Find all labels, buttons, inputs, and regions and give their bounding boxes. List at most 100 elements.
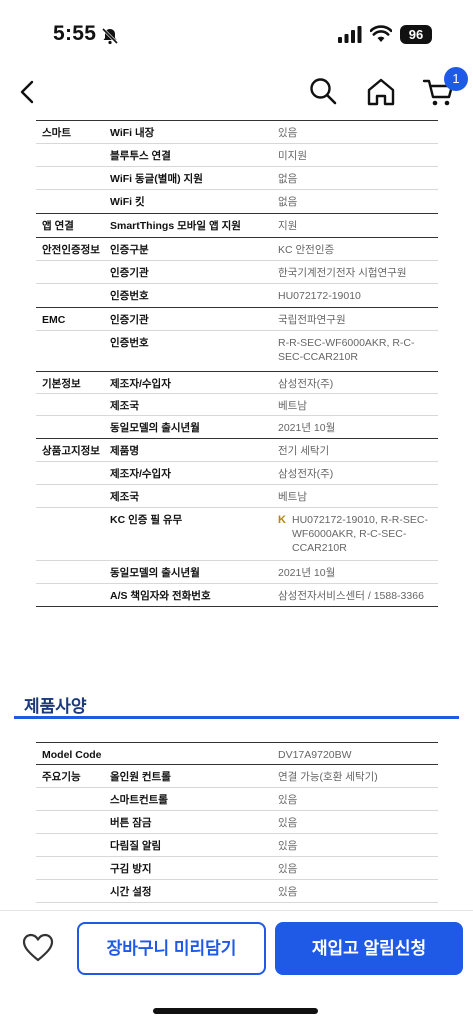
spec-row: 주요기능 올인원 컨트롤 연결 가능(호환 세탁기) bbox=[36, 765, 438, 788]
spec-value: 연결 가능(호환 세탁기) bbox=[278, 771, 378, 783]
status-bar: 5:55 96 bbox=[0, 0, 473, 70]
spec-row: 제조자/수입자 삼성전자(주) bbox=[36, 462, 438, 485]
spec-category: 주요기능 bbox=[42, 771, 81, 783]
spec-label: 시간 설정 bbox=[110, 886, 152, 898]
spec-label: WiFi 동글(별매) 지원 bbox=[110, 173, 203, 185]
spec-label: 구김 방지 bbox=[110, 863, 152, 875]
section-divider bbox=[14, 716, 459, 719]
spec-row: 제조국 베트남 bbox=[36, 485, 438, 508]
bell-slash-icon bbox=[101, 27, 119, 45]
spec-row: 동일모델의 출시년월 2021년 10월 bbox=[36, 561, 438, 584]
spec-table-bottom: Model Code DV17A9720BW 주요기능 올인원 컨트롤 연결 가… bbox=[36, 742, 438, 903]
add-to-cart-button[interactable]: 장바구니 미리담기 bbox=[77, 922, 266, 975]
spec-value: 있음 bbox=[278, 840, 298, 852]
spec-row: 제조국 베트남 bbox=[36, 394, 438, 416]
wifi-icon bbox=[370, 25, 392, 42]
spec-row: WiFi 동글(별매) 지원 없음 bbox=[36, 167, 438, 190]
spec-label: KC 인증 필 유무 bbox=[110, 514, 183, 526]
spec-row: 기본정보 제조자/수입자 삼성전자(주) bbox=[36, 372, 438, 394]
spec-value: 전기 세탁기 bbox=[278, 445, 330, 457]
home-icon[interactable] bbox=[365, 76, 397, 108]
spec-label: WiFi 내장 bbox=[110, 127, 155, 139]
spec-row: 앱 연결 SmartThings 모바일 앱 지원 지원 bbox=[36, 214, 438, 237]
spec-row: 버튼 잠금 있음 bbox=[36, 811, 438, 834]
spec-row: 인증번호 HU072172-19010 bbox=[36, 284, 438, 307]
spec-row: EMC 인증기관 국립전파연구원 bbox=[36, 308, 438, 331]
spec-value: 2021년 10월 bbox=[278, 567, 336, 579]
battery-indicator: 96 bbox=[400, 25, 432, 44]
restock-notify-button[interactable]: 재입고 알림신청 bbox=[275, 922, 463, 975]
spec-row: 다림질 알림 있음 bbox=[36, 834, 438, 857]
search-icon[interactable] bbox=[308, 76, 338, 106]
back-arrow-icon[interactable] bbox=[16, 76, 42, 108]
spec-row: 인증기관 한국기계전기전자 시험연구원 bbox=[36, 261, 438, 284]
spec-label: 스마트컨트롤 bbox=[110, 794, 168, 806]
spec-value: HU072172-19010 bbox=[278, 290, 361, 302]
kc-certification-icon: K bbox=[278, 514, 286, 526]
spec-value: 베트남 bbox=[278, 491, 307, 503]
section-title: 제품사양 bbox=[24, 697, 87, 716]
spec-value: 있음 bbox=[278, 886, 298, 898]
spec-row: 스마트컨트롤 있음 bbox=[36, 788, 438, 811]
spec-category: EMC bbox=[42, 314, 66, 326]
spec-row: 인증번호 R-R-SEC-WF6000AKR, R-C-SEC-CCAR210R bbox=[36, 331, 438, 371]
spec-label: 인증기관 bbox=[110, 314, 149, 326]
spec-label: 동일모델의 출시년월 bbox=[110, 567, 200, 579]
spec-row: 구김 방지 있음 bbox=[36, 857, 438, 880]
spec-value: 삼성전자(주) bbox=[278, 468, 334, 480]
spec-label: 제조자/수입자 bbox=[110, 468, 171, 480]
spec-row: 스마트 WiFi 내장 있음 bbox=[36, 121, 438, 144]
spec-category: 상품고지정보 bbox=[42, 445, 100, 457]
spec-label: 인증기관 bbox=[110, 267, 149, 279]
spec-row: WiFi 킷 없음 bbox=[36, 190, 438, 213]
spec-table-top: 스마트 WiFi 내장 있음 블루투스 연결 미지원 WiFi 동글(별매) 지… bbox=[36, 120, 438, 607]
spec-value: 없음 bbox=[278, 173, 298, 185]
home-indicator bbox=[153, 1008, 318, 1014]
spec-value: 있음 bbox=[278, 863, 298, 875]
spec-label: 제조국 bbox=[110, 491, 139, 503]
spec-group-app: 앱 연결 SmartThings 모바일 앱 지원 지원 bbox=[36, 213, 438, 237]
spec-label: 버튼 잠금 bbox=[110, 817, 152, 829]
spec-group-emc: EMC 인증기관 국립전파연구원 인증번호 R-R-SEC-WF6000AKR,… bbox=[36, 307, 438, 371]
spec-label: WiFi 킷 bbox=[110, 196, 145, 208]
spec-value: 베트남 bbox=[278, 400, 307, 412]
spec-row: 블루투스 연결 미지원 bbox=[36, 144, 438, 167]
spec-label: SmartThings 모바일 앱 지원 bbox=[110, 220, 241, 232]
spec-row: Model Code DV17A9720BW bbox=[36, 743, 438, 765]
spec-value: 지원 bbox=[278, 220, 298, 232]
spec-value: KC 안전인증 bbox=[278, 244, 335, 256]
spec-group-notice: 상품고지정보 제품명 전기 세탁기 제조자/수입자 삼성전자(주) 제조국 베트… bbox=[36, 438, 438, 607]
spec-value: 미지원 bbox=[278, 150, 307, 162]
spec-value: 있음 bbox=[278, 817, 298, 829]
spec-category: Model Code bbox=[42, 749, 102, 761]
spec-label: 인증번호 bbox=[110, 290, 149, 302]
spec-label: 다림질 알림 bbox=[110, 840, 162, 852]
spec-row: A/S 책임자와 전화번호 삼성전자서비스센터 / 1588-3366 bbox=[36, 584, 438, 607]
spec-category: 스마트 bbox=[42, 127, 71, 139]
spec-group-features: 주요기능 올인원 컨트롤 연결 가능(호환 세탁기) 스마트컨트롤 있음 버튼 … bbox=[36, 765, 438, 903]
spec-row: 시간 설정 있음 bbox=[36, 880, 438, 903]
spec-value: DV17A9720BW bbox=[278, 749, 352, 761]
status-time: 5:55 bbox=[53, 22, 97, 45]
spec-label: 올인원 컨트롤 bbox=[110, 771, 171, 783]
bottom-action-bar: 장바구니 미리담기 재입고 알림신청 bbox=[0, 910, 473, 1024]
spec-value: 국립전파연구원 bbox=[278, 314, 346, 326]
spec-label: 인증구분 bbox=[110, 244, 149, 256]
spec-value: R-R-SEC-WF6000AKR, R-C-SEC-CCAR210R bbox=[278, 337, 415, 363]
spec-category: 기본정보 bbox=[42, 378, 81, 390]
heart-icon[interactable] bbox=[22, 933, 54, 963]
spec-row: 동일모델의 출시년월 2021년 10월 bbox=[36, 416, 438, 438]
spec-group-basic: 기본정보 제조자/수입자 삼성전자(주) 제조국 베트남 동일모델의 출시년월 … bbox=[36, 371, 438, 438]
spec-value: 없음 bbox=[278, 196, 298, 208]
spec-label: 인증번호 bbox=[110, 337, 149, 349]
spec-label: 블루투스 연결 bbox=[110, 150, 171, 162]
cellular-signal-icon bbox=[338, 26, 362, 43]
spec-value: 있음 bbox=[278, 794, 298, 806]
spec-label: A/S 책임자와 전화번호 bbox=[110, 590, 211, 602]
spec-row: KC 인증 필 유무 K HU072172-19010, R-R-SEC-WF6… bbox=[36, 508, 438, 561]
spec-label: 제조국 bbox=[110, 400, 139, 412]
top-navigation: 1 bbox=[0, 67, 473, 114]
spec-value: 삼성전자(주) bbox=[278, 378, 334, 390]
spec-row: 상품고지정보 제품명 전기 세탁기 bbox=[36, 439, 438, 462]
spec-value: 삼성전자서비스센터 / 1588-3366 bbox=[278, 590, 424, 602]
